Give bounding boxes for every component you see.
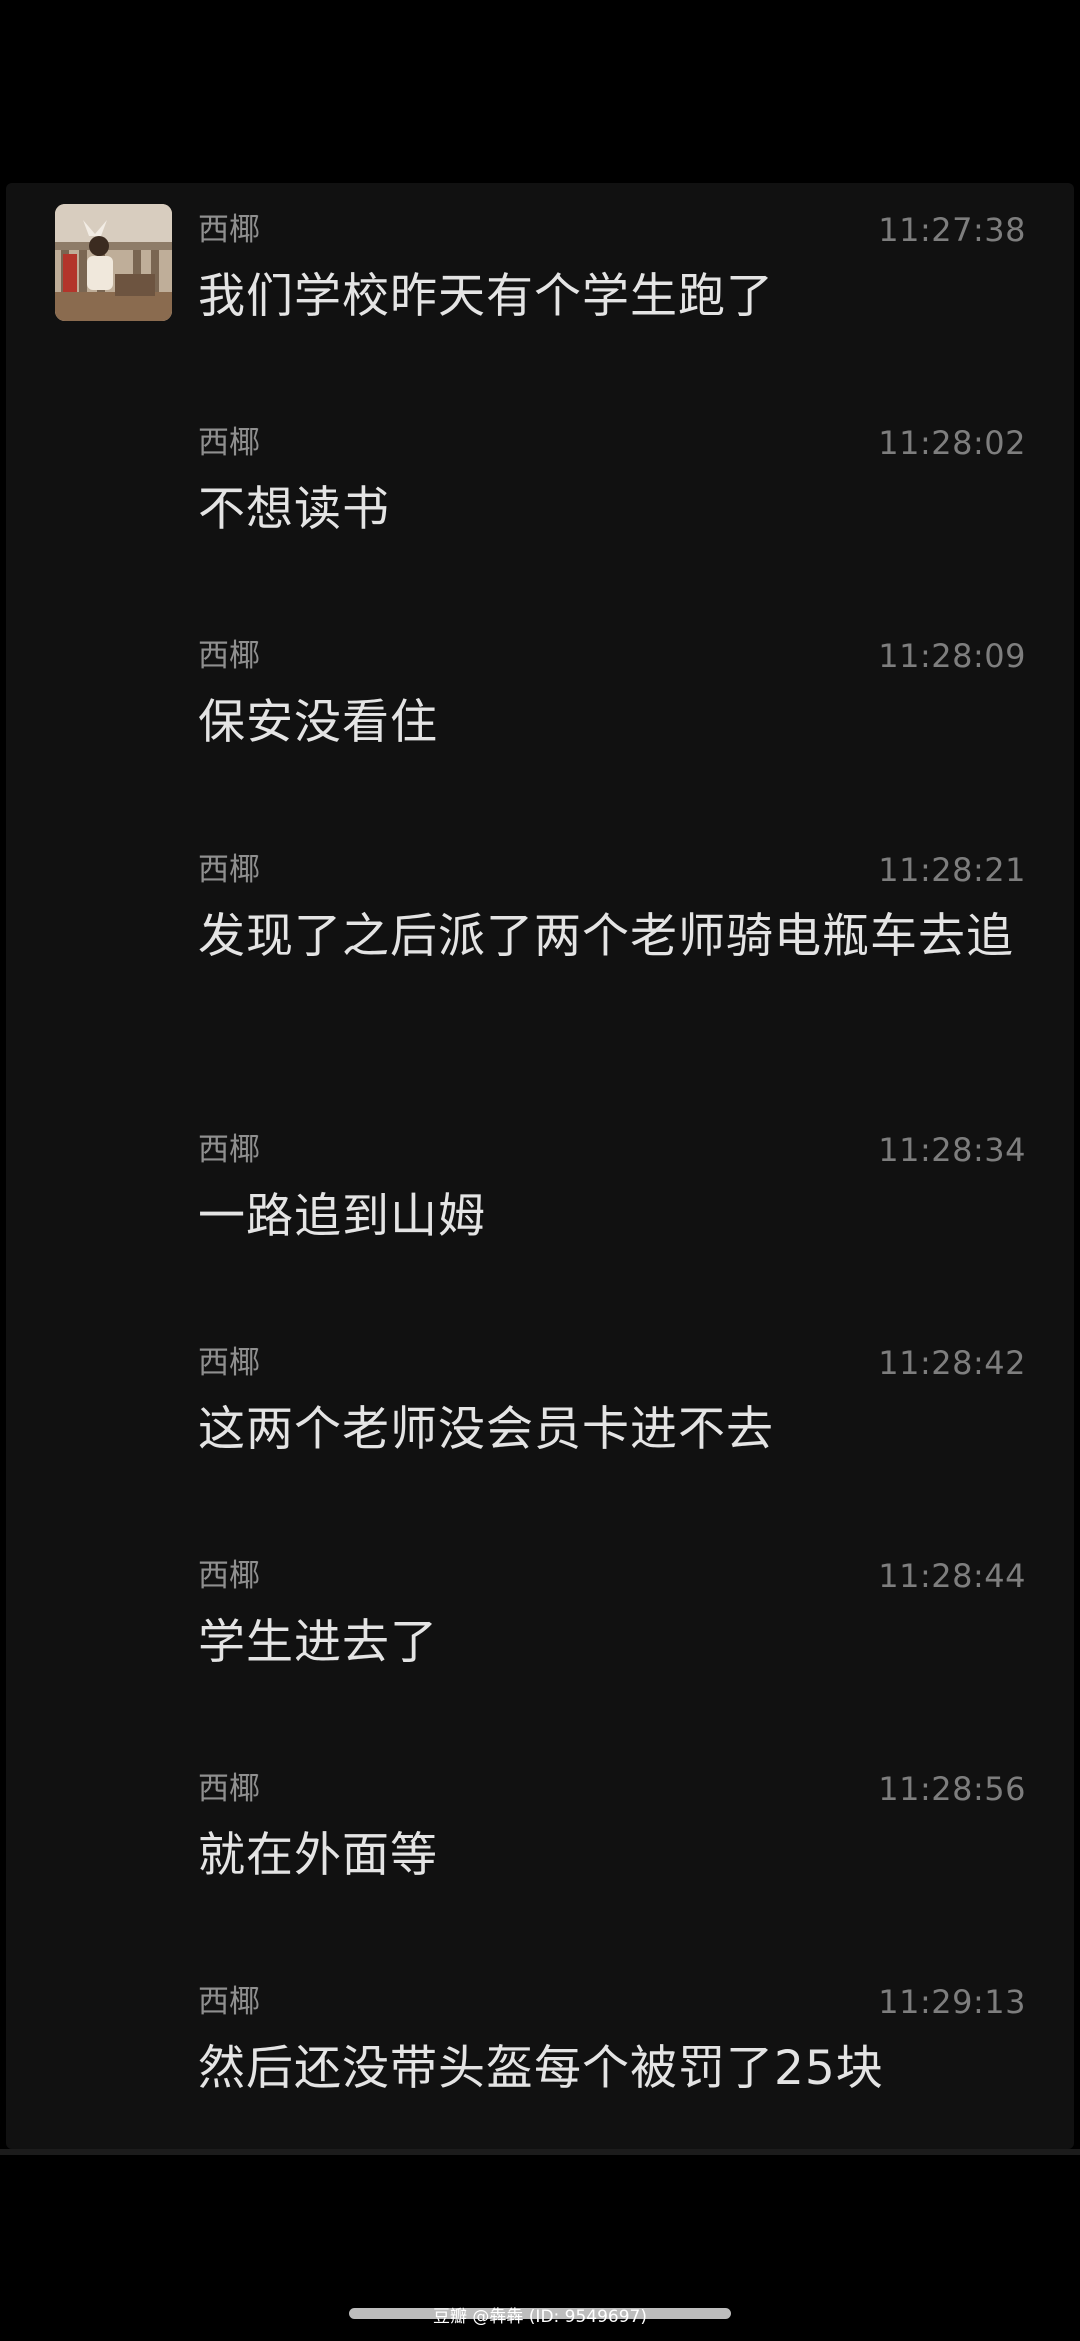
message-time: 11:28:42 <box>878 1344 1026 1382</box>
message-sender: 西椰 <box>198 852 260 888</box>
message-sender: 西椰 <box>198 1984 260 2020</box>
message-sender: 西椰 <box>198 212 260 248</box>
message-text: 这两个老师没会员卡进不去 <box>198 1402 774 1457</box>
avatar-photo-icon <box>55 204 172 321</box>
message-sender: 西椰 <box>198 425 260 461</box>
screen: 西椰 11:27:38 我们学校昨天有个学生跑了 西椰 11:28:02 不想读… <box>0 0 1080 2341</box>
message-text: 不想读书 <box>198 482 390 537</box>
message-sender: 西椰 <box>198 1132 260 1168</box>
message-text: 学生进去了 <box>198 1615 438 1670</box>
watermark-text: 豆瓣 @犇犇 (ID: 9549697) <box>432 2307 648 2327</box>
message-time: 11:27:38 <box>878 211 1026 249</box>
message-text: 然后还没带头盔每个被罚了25块 <box>198 2041 884 2096</box>
message-time: 11:28:56 <box>878 1770 1026 1808</box>
message-text: 一路追到山姆 <box>198 1189 486 1244</box>
message-time: 11:28:09 <box>878 637 1026 675</box>
message-time: 11:28:21 <box>878 851 1026 889</box>
message-text: 发现了之后派了两个老师骑电瓶车去追 <box>198 909 1014 964</box>
message-time: 11:28:44 <box>878 1557 1026 1595</box>
message-time: 11:29:13 <box>878 1983 1026 2021</box>
sender-avatar[interactable] <box>55 204 172 321</box>
panel-divider <box>0 2149 1080 2155</box>
message-sender: 西椰 <box>198 1345 260 1381</box>
message-time: 11:28:34 <box>878 1131 1026 1169</box>
message-sender: 西椰 <box>198 638 260 674</box>
message-sender: 西椰 <box>198 1771 260 1807</box>
message-text: 我们学校昨天有个学生跑了 <box>198 269 774 324</box>
message-text: 保安没看住 <box>198 695 438 750</box>
message-text: 就在外面等 <box>198 1828 438 1883</box>
message-time: 11:28:02 <box>878 424 1026 462</box>
message-sender: 西椰 <box>198 1558 260 1594</box>
